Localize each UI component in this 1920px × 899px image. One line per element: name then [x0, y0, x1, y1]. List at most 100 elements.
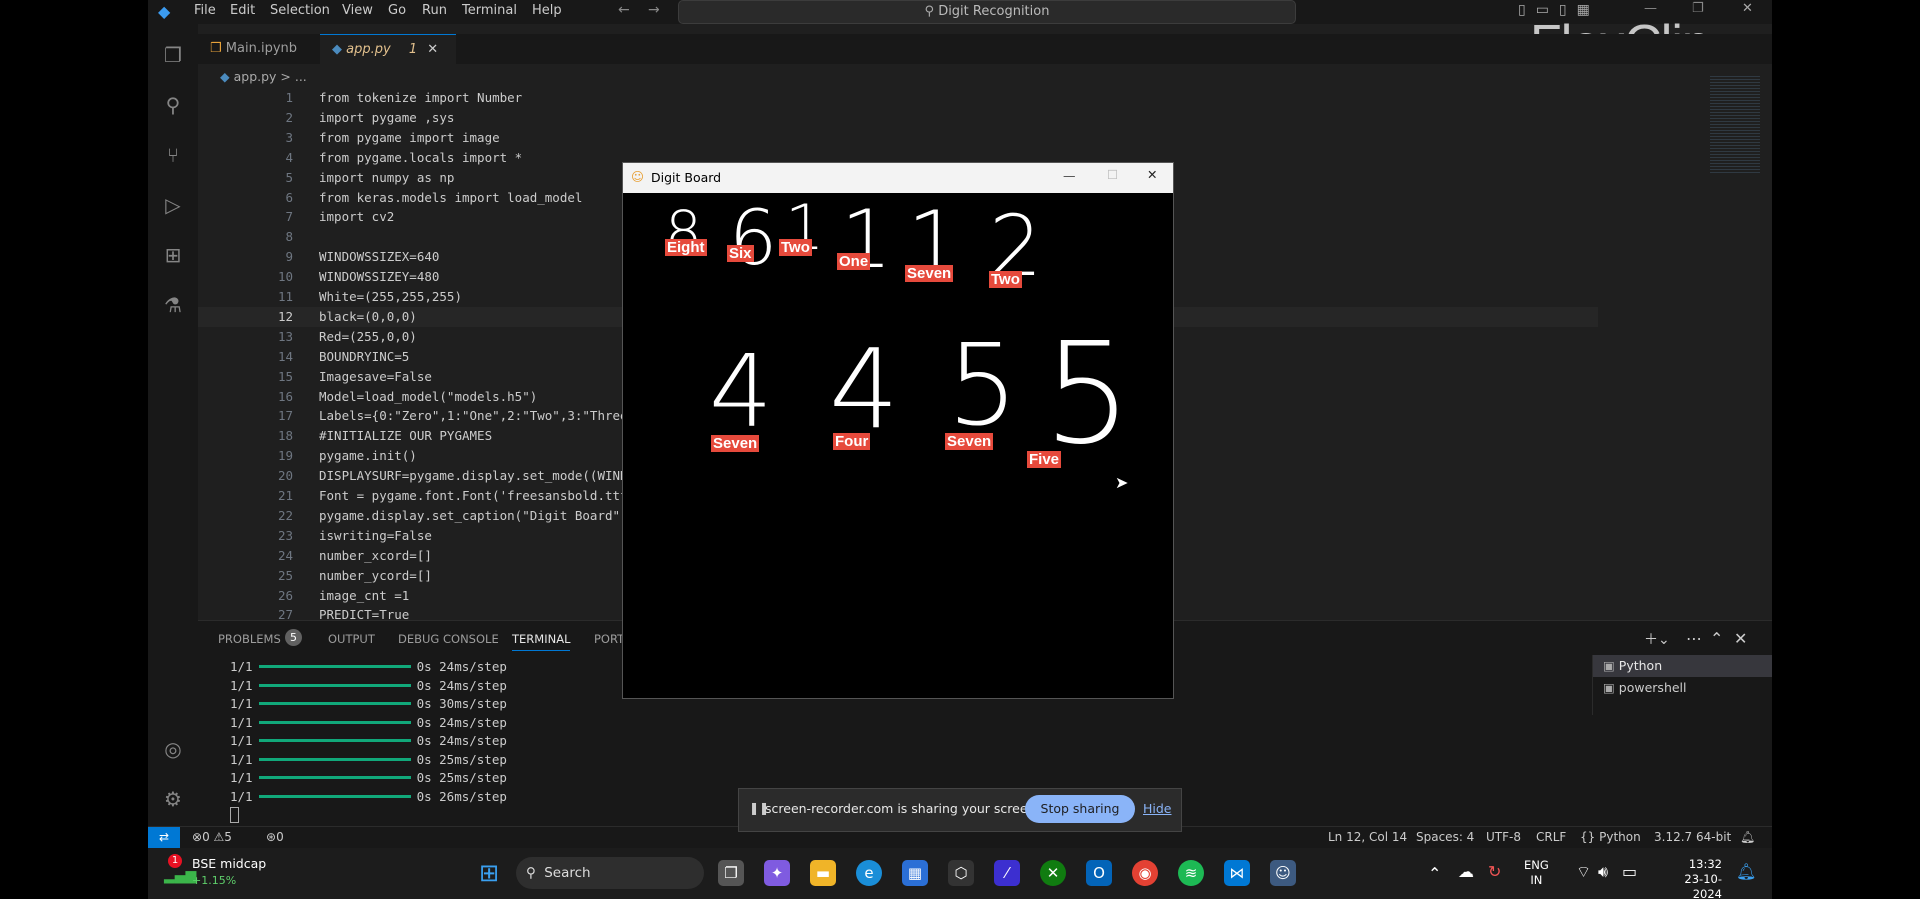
prediction-label: Two — [989, 271, 1022, 288]
menu-go[interactable]: Go — [388, 3, 406, 18]
tab-ports[interactable]: PORT — [594, 632, 624, 646]
notifications-icon[interactable]: 🔔︎ — [1740, 830, 1755, 844]
close-panel-icon[interactable]: ✕ — [1734, 629, 1747, 648]
cursor-position[interactable]: Ln 12, Col 14 — [1328, 830, 1407, 844]
settings-gear-icon[interactable]: ⚙ — [162, 788, 184, 810]
volume-icon[interactable]: 🔊︎ — [1598, 862, 1608, 882]
activity-bar: ❐ ⚲ ⑂ ▷ ⊞ ⚗ ◎ ⚙ — [148, 24, 198, 828]
copilot-icon[interactable]: ✦ — [764, 860, 790, 886]
more-actions-icon[interactable]: ⋯ — [1686, 629, 1702, 648]
app-icon[interactable]: ⬡ — [948, 860, 974, 886]
source-control-icon[interactable]: ⑂ — [162, 144, 184, 166]
app-icon-2[interactable]: ⁄ — [994, 860, 1020, 886]
line-code: from keras.models import load_model — [319, 189, 583, 205]
line-number: 21 — [277, 488, 293, 503]
spotify-icon[interactable]: ≋ — [1178, 860, 1204, 886]
python-app-icon[interactable]: ☺ — [1270, 860, 1296, 886]
stock-widget[interactable]: 1 ▂▄▆ BSE midcap +1.15% — [162, 854, 272, 892]
line-code: WINDOWSSIZEX=640 — [319, 249, 440, 265]
battery-icon[interactable]: ▭ — [1622, 862, 1637, 881]
dw-close-icon[interactable]: ✕ — [1147, 167, 1157, 182]
maximize-panel-icon[interactable]: ⌃ — [1710, 629, 1723, 648]
terminal-icon: ▣ — [1603, 658, 1615, 673]
windows-start-icon[interactable]: ⊞ — [476, 860, 502, 886]
edge-icon[interactable]: e — [856, 860, 882, 886]
widget-badge: 1 — [168, 854, 182, 868]
task-view-icon[interactable]: ❐ — [718, 860, 744, 886]
forward-arrow-icon[interactable]: → — [648, 2, 660, 18]
explorer-icon[interactable]: ❐ — [162, 44, 184, 66]
terminal-line: 1/1 0s 24ms/step — [230, 659, 507, 677]
menu-run[interactable]: Run — [422, 3, 447, 18]
clock[interactable]: 13:32 23-10-2024 — [1658, 857, 1722, 899]
back-arrow-icon[interactable]: ← — [618, 2, 630, 18]
line-number: 18 — [277, 428, 293, 444]
xbox-icon[interactable]: ✕ — [1040, 860, 1066, 886]
line-ending[interactable]: CRLF — [1536, 830, 1566, 844]
tab-close-icon[interactable]: ✕ — [427, 42, 438, 57]
progress-bar — [258, 739, 411, 742]
drawing-canvas[interactable]: 8 Eight 6 Six 1 Two 1 One 1 Seven 2 Two … — [623, 191, 1173, 698]
store-icon[interactable]: ▦ — [902, 860, 928, 886]
onedrive-icon[interactable]: ☁ — [1458, 862, 1474, 881]
menu-selection[interactable]: Selection — [270, 3, 330, 18]
line-number: 2 — [285, 109, 293, 125]
hide-link[interactable]: Hide — [1143, 801, 1172, 816]
extensions-icon[interactable]: ⊞ — [162, 244, 184, 266]
digit-board-titlebar[interactable]: ☺ Digit Board — ☐ ✕ — [623, 163, 1173, 193]
ports-status[interactable]: ⊛0 — [266, 830, 284, 844]
show-hidden-icons[interactable]: ⌃ — [1428, 864, 1441, 883]
tab-terminal[interactable]: TERMINAL — [512, 632, 571, 651]
code-line: 3 from pygame import image — [198, 128, 1598, 148]
tab-debug-console[interactable]: DEBUG CONSOLE — [398, 632, 499, 646]
line-number: 4 — [285, 149, 293, 165]
menu-terminal[interactable]: Terminal — [462, 3, 517, 18]
chrome-icon[interactable]: ◉ — [1132, 860, 1158, 886]
taskbar-search[interactable]: ⚲ Search — [516, 857, 704, 889]
vscode-icon[interactable]: ⋈ — [1224, 860, 1250, 886]
python-interpreter[interactable]: 3.12.7 64-bit — [1654, 830, 1731, 844]
progress-bar — [258, 757, 411, 761]
new-terminal-icon[interactable]: ＋⌄ — [1644, 629, 1670, 649]
menu-view[interactable]: View — [342, 3, 373, 18]
prediction-label: Two — [779, 239, 812, 256]
step-count: 1/1 — [230, 770, 253, 785]
wifi-icon[interactable]: ⌔ — [1576, 862, 1591, 882]
run-debug-icon[interactable]: ▷ — [162, 194, 184, 216]
line-number: 7 — [285, 209, 293, 225]
outlook-icon[interactable]: O — [1086, 860, 1112, 886]
account-icon[interactable]: ◎ — [162, 738, 184, 760]
language-mode[interactable]: {} Python — [1580, 830, 1641, 844]
command-center[interactable]: ⚲ Digit Recognition — [678, 0, 1296, 24]
shell-item-python[interactable]: ▣ Python — [1593, 655, 1772, 677]
shell-item-powershell[interactable]: ▣ powershell — [1593, 677, 1772, 699]
dw-maximize-icon[interactable]: ☐ — [1107, 167, 1118, 182]
stop-sharing-button[interactable]: Stop sharing — [1025, 795, 1135, 823]
language-indicator[interactable]: ENG IN — [1524, 858, 1549, 888]
terminal-line: 1/1 0s 25ms/step — [230, 752, 507, 770]
testing-icon[interactable]: ⚗ — [162, 294, 184, 316]
menu-edit[interactable]: Edit — [230, 3, 255, 18]
prediction-label: Five — [1027, 451, 1062, 468]
menu-help[interactable]: Help — [532, 3, 562, 18]
tab-problems[interactable]: PROBLEMS — [218, 632, 281, 646]
remote-indicator[interactable]: ⇄ — [148, 827, 180, 849]
tab-main-ipynb[interactable]: ❒ Main.ipynb — [198, 34, 336, 64]
sync-icon[interactable]: ↻ — [1488, 862, 1501, 881]
tab-app-py[interactable]: ◆ app.py 1 ✕ — [320, 34, 456, 65]
menu-file[interactable]: File — [194, 3, 216, 18]
file-explorer-icon[interactable]: ▬ — [810, 860, 836, 886]
problems-status[interactable]: ⊗0 ⚠5 — [192, 830, 232, 844]
terminal-line: 1/1 0s 30ms/step — [230, 696, 507, 714]
handwritten-digit: 5 — [947, 321, 1019, 451]
close-icon[interactable]: ✕ — [1742, 1, 1753, 16]
notifications-bell-icon[interactable]: 🔔︎ — [1736, 862, 1756, 881]
dw-minimize-icon[interactable]: — — [1063, 168, 1076, 183]
search-icon[interactable]: ⚲ — [162, 94, 184, 116]
indentation[interactable]: Spaces: 4 — [1416, 830, 1474, 844]
line-number: 20 — [277, 468, 293, 484]
tab-output[interactable]: OUTPUT — [328, 632, 375, 646]
terminal-cursor — [230, 807, 239, 823]
encoding[interactable]: UTF-8 — [1486, 830, 1521, 844]
prediction-label: Four — [833, 433, 871, 450]
